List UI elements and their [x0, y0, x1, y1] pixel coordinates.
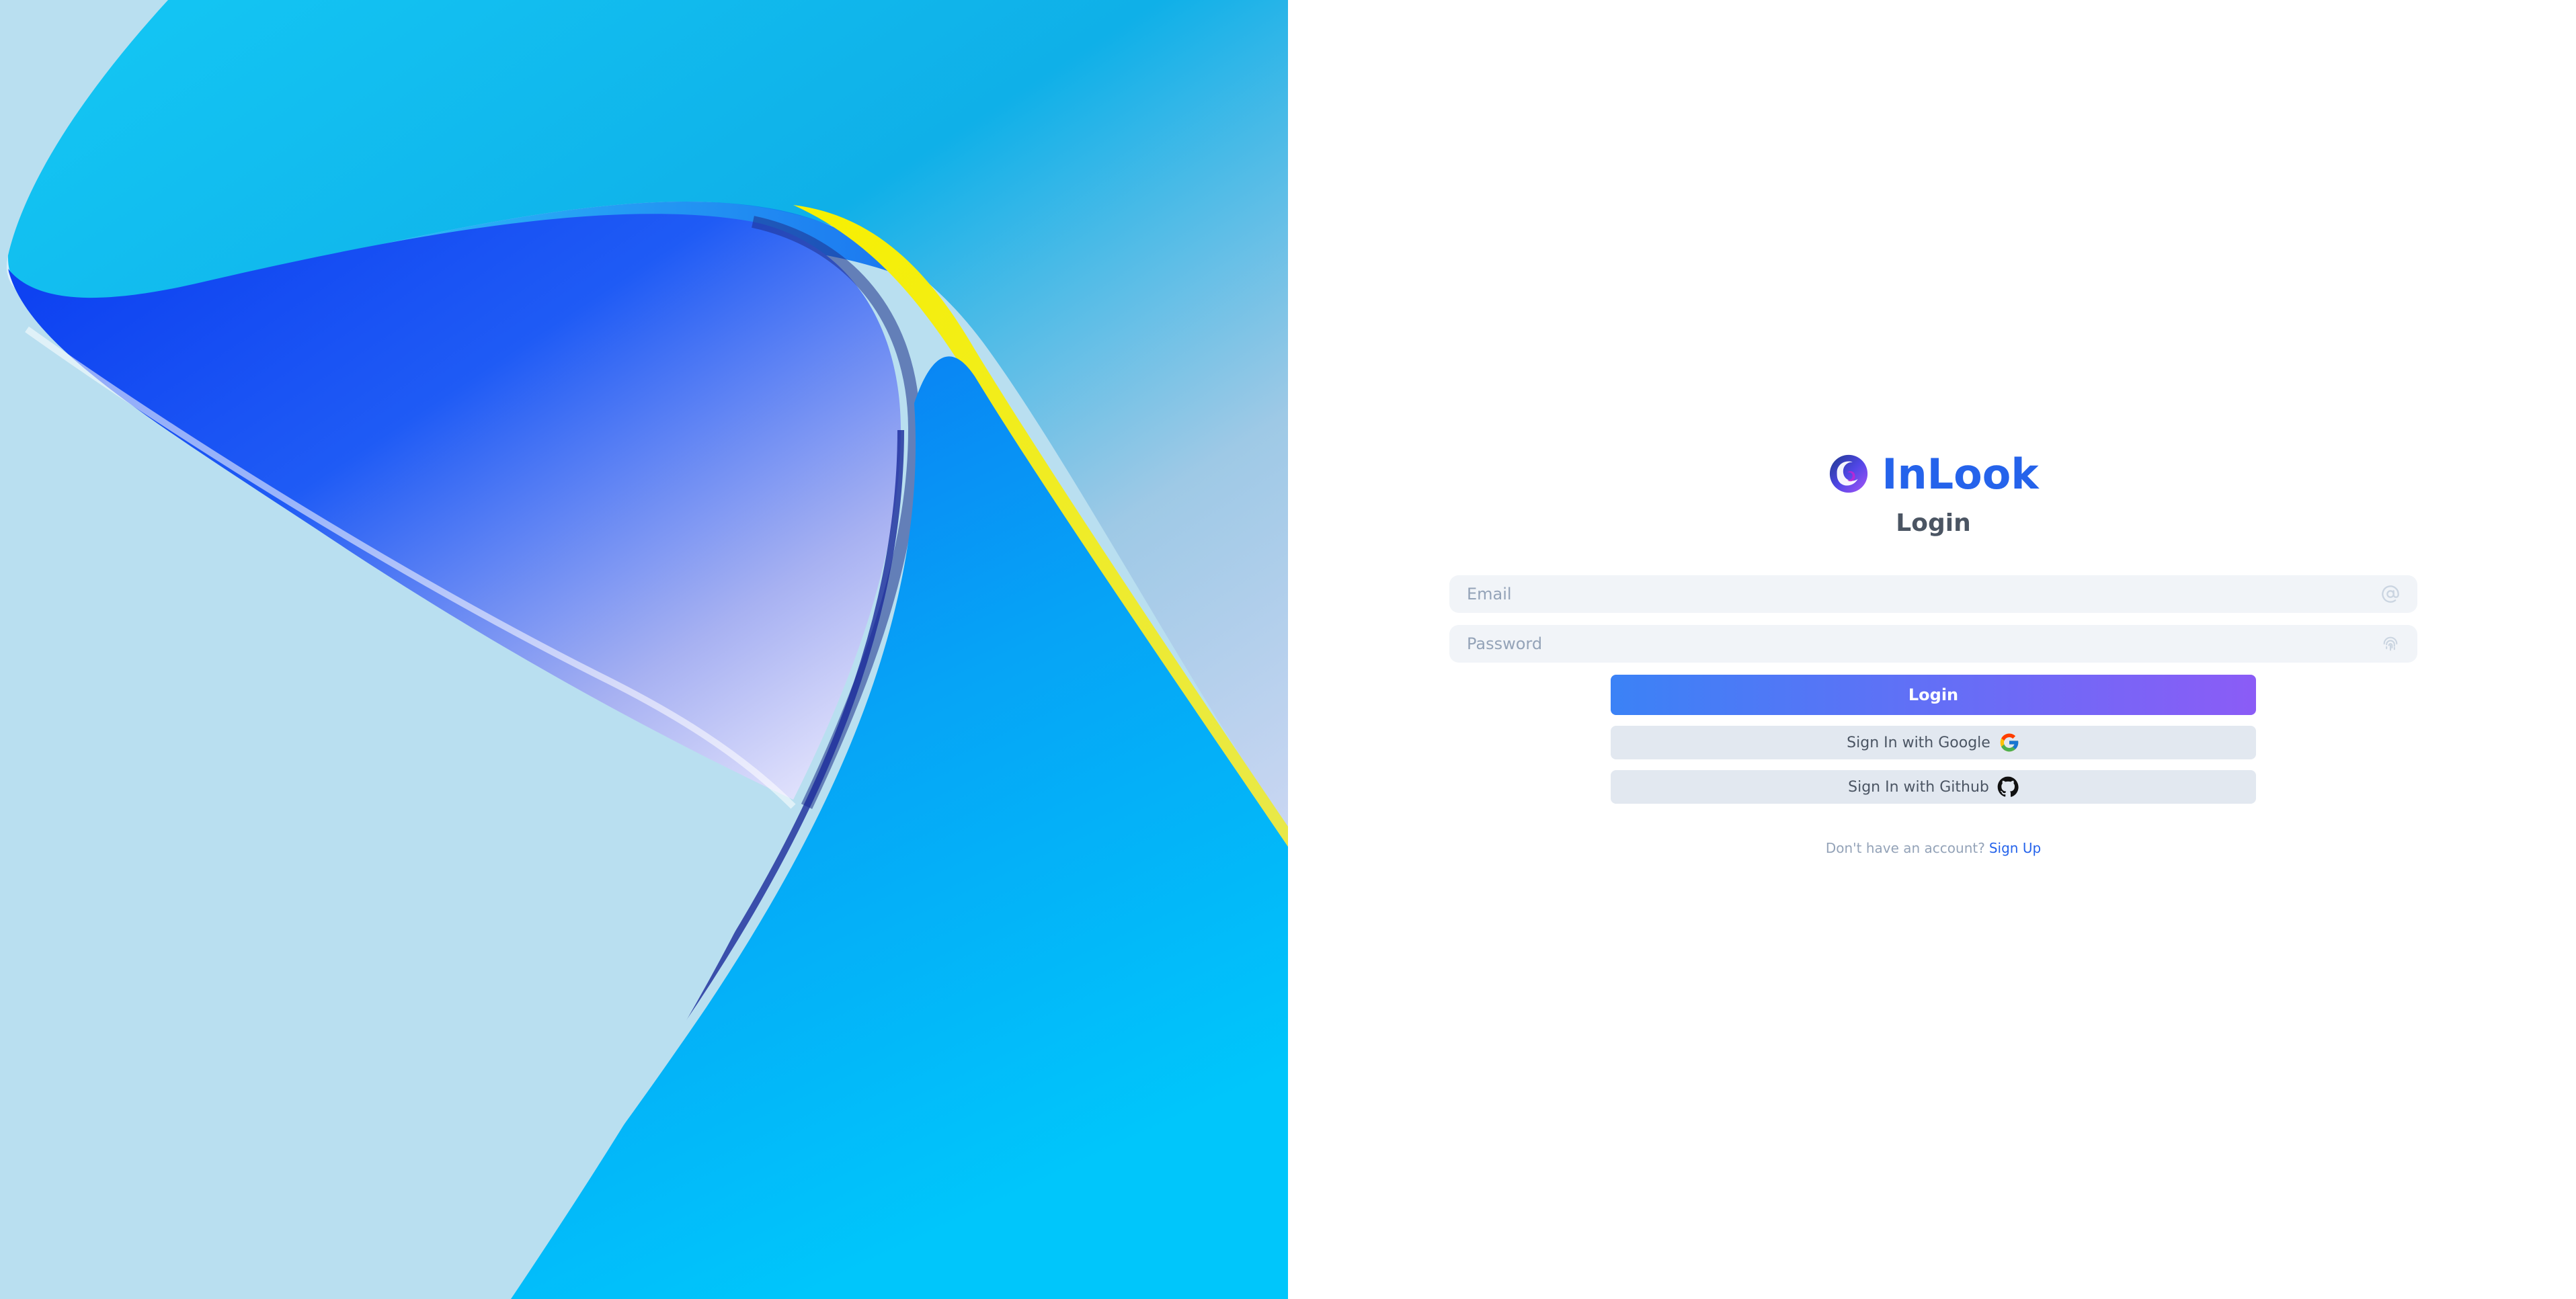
sign-up-link[interactable]: Sign Up	[1989, 840, 2041, 856]
google-icon	[2000, 733, 2019, 752]
signup-prompt-text: Don't have an account?	[1825, 840, 1985, 856]
brand-header: InLook	[1449, 444, 2417, 504]
brand-name: InLook	[1882, 449, 2039, 499]
password-field	[1449, 625, 2417, 663]
login-panel: InLook Login Email Login Sign In with Go…	[1288, 0, 2576, 1299]
github-sign-in-label: Sign In with Github	[1848, 778, 1989, 796]
email-input[interactable]	[1449, 575, 2417, 613]
page-title: Login	[1896, 509, 1971, 537]
login-page: InLook Login Email Login Sign In with Go…	[0, 0, 2576, 1299]
github-sign-in-button[interactable]: Sign In with Github	[1611, 770, 2256, 804]
action-buttons: Login Sign In with Google Sign In with G…	[1611, 675, 2256, 804]
google-sign-in-label: Sign In with Google	[1847, 734, 1990, 751]
hero-artwork	[0, 0, 1288, 1299]
email-field	[1449, 575, 2417, 613]
at-sign-icon	[2382, 585, 2399, 603]
password-input[interactable]	[1449, 625, 2417, 663]
login-button[interactable]: Login	[1611, 675, 2256, 715]
abstract-wave-illustration	[0, 0, 1288, 1299]
inlook-swirl-logo-icon	[1830, 454, 1868, 493]
github-icon	[1997, 776, 2019, 797]
signup-prompt: Don't have an account? Sign Up	[1449, 840, 2417, 856]
google-sign-in-button[interactable]: Sign In with Google	[1611, 726, 2256, 759]
fingerprint-icon	[2383, 636, 2398, 651]
login-form: InLook Login Email Login Sign In with Go…	[1449, 444, 2417, 856]
